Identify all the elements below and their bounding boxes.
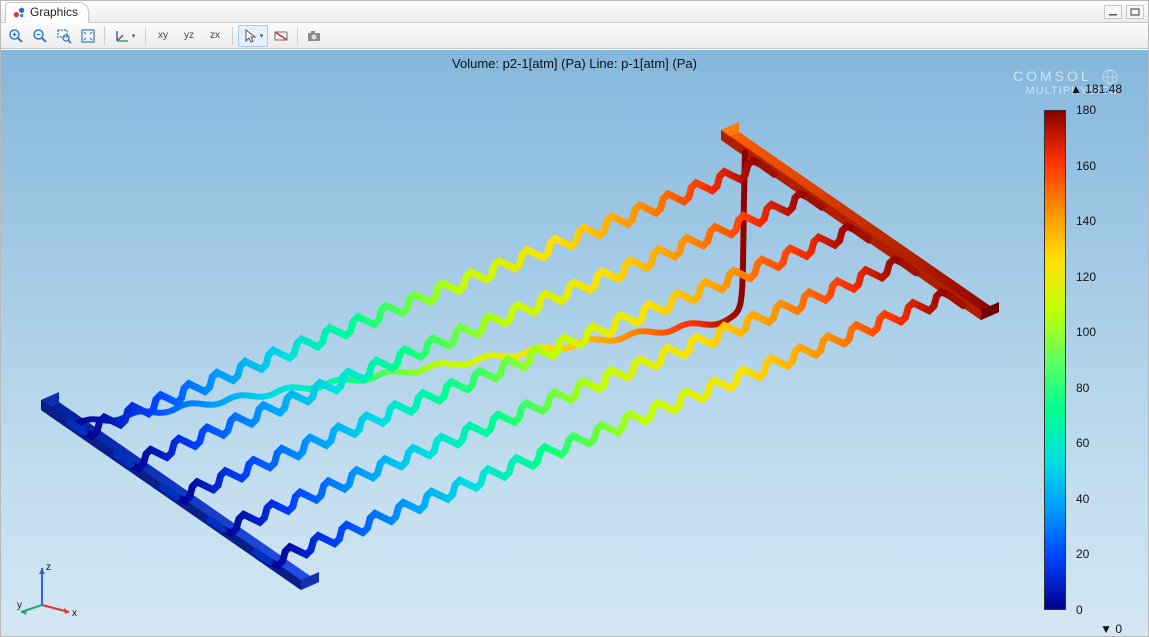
colorbar-tick: 60: [1072, 436, 1122, 450]
down-triangle-icon: ▼: [1100, 622, 1112, 636]
triad-x-label: x: [72, 608, 77, 619]
toolbar-separator: [145, 27, 146, 45]
colorbar-max: ▲ 181.48: [1070, 82, 1122, 96]
toolbar-separator: [297, 27, 298, 45]
window-title: Graphics: [30, 5, 78, 19]
colorbar-tick: 140: [1072, 214, 1122, 228]
view-zx-label: zx: [210, 30, 220, 41]
toolbar-separator: [232, 27, 233, 45]
orbit-icon: [115, 28, 131, 44]
axis-triad: x y z: [17, 560, 77, 620]
colorbar-tick: 180: [1072, 103, 1122, 117]
toolbar-separator: [104, 27, 105, 45]
colorbar-max-value: 181.48: [1085, 82, 1122, 96]
model-render: [21, 90, 1021, 610]
minimize-button[interactable]: [1104, 5, 1122, 19]
titlebar: Graphics: [1, 1, 1148, 23]
orbit-button[interactable]: ▾: [110, 25, 140, 47]
app-icon: [12, 5, 26, 19]
title-tab[interactable]: Graphics: [5, 2, 89, 23]
dropdown-arrow-icon: ▾: [260, 32, 264, 40]
zoom-out-icon: [32, 28, 48, 44]
hide-button[interactable]: [270, 25, 292, 47]
select-button[interactable]: ▾: [238, 25, 268, 47]
maximize-button[interactable]: [1126, 5, 1144, 19]
window-controls: [1104, 5, 1144, 19]
triad-y-label: y: [17, 600, 22, 611]
toolbar: ▾ xy yz zx ▾: [1, 23, 1148, 49]
colorbar-min: ▼ 0: [1100, 622, 1122, 636]
triad-z-label: z: [46, 562, 51, 573]
maximize-icon: [1130, 8, 1140, 16]
colorbar-tick: 100: [1072, 325, 1122, 339]
zoom-in-icon: [8, 28, 24, 44]
zoom-in-button[interactable]: [5, 25, 27, 47]
colorbar-gradient: [1044, 110, 1066, 610]
view-xy-label: xy: [158, 30, 168, 41]
colorbar-ticks: 180160140120100806040200: [1072, 110, 1122, 610]
zoom-extents-button[interactable]: [77, 25, 99, 47]
zoom-box-icon: [56, 28, 72, 44]
minimize-icon: [1108, 8, 1118, 16]
plot-title: Volume: p2-1[atm] (Pa) Line: p-1[atm] (P…: [1, 56, 1148, 71]
view-zx-button[interactable]: zx: [203, 25, 227, 47]
up-triangle-icon: ▲: [1070, 82, 1082, 96]
colorbar-tick: 0: [1072, 603, 1122, 617]
dropdown-arrow-icon: ▾: [132, 32, 136, 40]
colorbar-tick: 40: [1072, 492, 1122, 506]
colorbar-tick: 120: [1072, 270, 1122, 284]
camera-icon: [306, 28, 322, 44]
graphics-panel: Graphics ▾ xy: [0, 0, 1149, 637]
colorbar-tick: 20: [1072, 547, 1122, 561]
graphics-canvas[interactable]: Volume: p2-1[atm] (Pa) Line: p-1[atm] (P…: [1, 49, 1148, 636]
colorbar: ▲ 181.48 180160140120100806040200 ▼ 0: [1042, 110, 1122, 610]
view-yz-button[interactable]: yz: [177, 25, 201, 47]
zoom-out-button[interactable]: [29, 25, 51, 47]
zoom-box-button[interactable]: [53, 25, 75, 47]
colorbar-min-value: 0: [1115, 622, 1122, 636]
channels: [77, 152, 745, 424]
view-yz-label: yz: [184, 30, 194, 41]
zoom-extents-icon: [80, 28, 96, 44]
colorbar-tick: 80: [1072, 381, 1122, 395]
hide-icon: [273, 28, 289, 44]
view-xy-button[interactable]: xy: [151, 25, 175, 47]
cursor-icon: [243, 28, 259, 44]
snapshot-button[interactable]: [303, 25, 325, 47]
colorbar-tick: 160: [1072, 159, 1122, 173]
